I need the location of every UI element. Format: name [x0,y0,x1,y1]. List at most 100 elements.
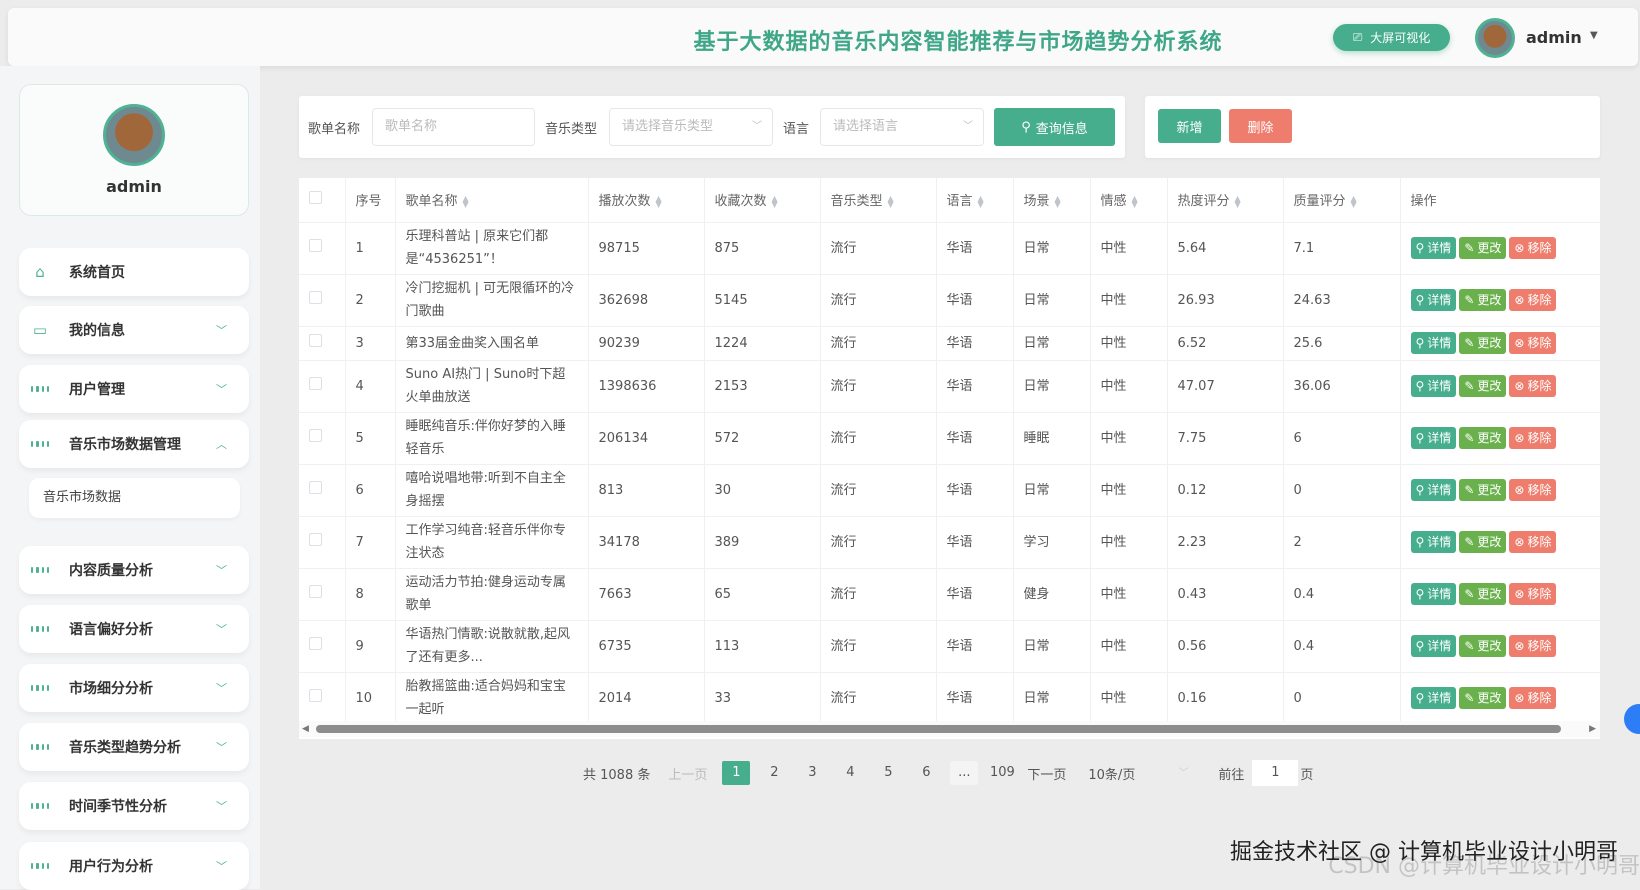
prev-page-button[interactable]: 上一页 [668,764,707,783]
row-checkbox-cell[interactable] [299,672,346,725]
sidebar-item-home[interactable]: ⌂ 系统首页 [19,248,249,296]
add-button[interactable]: 新增 [1158,109,1221,143]
row-checkbox[interactable] [309,333,322,347]
column-header[interactable]: 场景 ▲ ▼ [1013,178,1091,223]
sidebar-item-genre-trend[interactable]: 音乐类型趋势分析 ﹀ [19,723,249,771]
sort-icon[interactable]: ▲ ▼ [772,194,778,208]
column-header[interactable]: 收藏次数 ▲ ▼ [704,178,821,223]
remove-button[interactable]: ⊗ 移除 [1509,332,1557,354]
remove-button[interactable]: ⊗ 移除 [1509,375,1557,397]
horizontal-scrollbar[interactable]: ◀ ▶ [299,721,1600,737]
remove-button[interactable]: ⊗ 移除 [1509,289,1557,311]
detail-button[interactable]: ⚲ 详情 [1410,237,1457,259]
header-username[interactable]: admin [1526,28,1582,47]
detail-button[interactable]: ⚲ 详情 [1410,583,1457,605]
column-header[interactable]: 语言 ▲ ▼ [936,178,1014,223]
page-ellipsis[interactable]: ... [950,761,979,785]
column-header[interactable]: 热度评分 ▲ ▼ [1167,178,1284,223]
row-checkbox-cell[interactable] [299,412,346,465]
page-button[interactable]: 4 [836,761,864,785]
row-checkbox[interactable] [309,376,322,390]
remove-button[interactable]: ⊗ 移除 [1509,583,1557,605]
edit-button[interactable]: ✎ 更改 [1459,531,1507,553]
row-checkbox-cell[interactable] [299,464,346,517]
row-checkbox[interactable] [309,636,322,650]
sidebar-item-my-info[interactable]: ▭ 我的信息 ﹀ [19,306,249,354]
row-checkbox[interactable] [309,480,322,494]
select-all-checkbox[interactable] [309,191,322,205]
detail-button[interactable]: ⚲ 详情 [1410,635,1457,657]
sort-icon[interactable]: ▲ ▼ [1055,194,1061,208]
sort-icon[interactable]: ▲ ▼ [1235,194,1241,208]
row-checkbox-cell[interactable] [299,620,346,673]
edit-button[interactable]: ✎ 更改 [1459,687,1507,709]
detail-button[interactable]: ⚲ 详情 [1410,427,1457,449]
remove-button[interactable]: ⊗ 移除 [1509,635,1557,657]
next-page-button[interactable]: 下一页 [1027,764,1066,783]
column-header[interactable]: 音乐类型 ▲ ▼ [820,178,937,223]
remove-button[interactable]: ⊗ 移除 [1509,237,1557,259]
edit-button[interactable]: ✎ 更改 [1459,375,1507,397]
sort-icon[interactable]: ▲ ▼ [656,194,662,208]
page-last[interactable]: 109 [988,761,1016,785]
row-checkbox[interactable] [309,428,322,442]
delete-button[interactable]: 删除 [1229,109,1292,143]
remove-button[interactable]: ⊗ 移除 [1509,687,1557,709]
page-button[interactable]: 3 [798,761,826,785]
row-checkbox[interactable] [309,584,322,598]
row-checkbox-cell[interactable] [299,568,346,621]
sidebar-item-seasonality[interactable]: 时间季节性分析 ﹀ [19,782,249,830]
row-checkbox-cell[interactable] [299,516,346,569]
sidebar-item-language-preference[interactable]: 语言偏好分析 ﹀ [19,605,249,653]
detail-button[interactable]: ⚲ 详情 [1410,687,1457,709]
sort-icon[interactable]: ▲ ▼ [978,194,984,208]
row-checkbox-cell[interactable] [299,360,346,413]
remove-button[interactable]: ⊗ 移除 [1509,531,1557,553]
row-checkbox[interactable] [309,290,322,304]
scroll-left-icon[interactable]: ◀ [302,724,309,734]
sidebar-item-user-management[interactable]: 用户管理 ﹀ [19,365,249,413]
column-header[interactable]: 播放次数 ▲ ▼ [588,178,705,223]
header-avatar[interactable] [1475,18,1515,58]
edit-button[interactable]: ✎ 更改 [1459,289,1507,311]
sort-icon[interactable]: ▲ ▼ [888,194,894,208]
edit-button[interactable]: ✎ 更改 [1459,583,1507,605]
edit-button[interactable]: ✎ 更改 [1459,479,1507,501]
sidebar-item-music-market-data[interactable]: 音乐市场数据管理 ︿ [19,420,249,468]
remove-button[interactable]: ⊗ 移除 [1509,427,1557,449]
sidebar-item-market-segment[interactable]: 市场细分分析 ﹀ [19,664,249,712]
row-checkbox-cell[interactable] [299,274,346,327]
caret-down-icon[interactable]: ▼ [1590,30,1598,41]
row-checkbox[interactable] [309,532,322,546]
edit-button[interactable]: ✎ 更改 [1459,635,1507,657]
remove-button[interactable]: ⊗ 移除 [1509,479,1557,501]
page-button[interactable]: 6 [912,761,940,785]
row-checkbox[interactable] [309,688,322,702]
detail-button[interactable]: ⚲ 详情 [1410,531,1457,553]
select-all-cell[interactable] [299,178,346,223]
column-header[interactable]: 质量评分 ▲ ▼ [1283,178,1401,223]
column-header[interactable]: 歌单名称 ▲ ▼ [395,178,589,223]
detail-button[interactable]: ⚲ 详情 [1410,479,1457,501]
detail-button[interactable]: ⚲ 详情 [1410,289,1457,311]
page-button[interactable]: 1 [722,761,751,785]
sort-icon[interactable]: ▲ ▼ [1351,194,1357,208]
detail-button[interactable]: ⚲ 详情 [1410,332,1457,354]
page-size-select[interactable]: 10条/页 ﹀ [1088,764,1188,783]
column-header[interactable]: 情感 ▲ ▼ [1090,178,1168,223]
edit-button[interactable]: ✎ 更改 [1459,427,1507,449]
query-button[interactable]: ⚲ 查询信息 [994,108,1115,146]
scroll-right-icon[interactable]: ▶ [1589,724,1596,734]
name-input[interactable]: 歌单名称 [372,108,535,146]
edit-button[interactable]: ✎ 更改 [1459,237,1507,259]
page-button[interactable]: 2 [760,761,788,785]
row-checkbox-cell[interactable] [299,222,346,275]
submenu-music-market-data[interactable]: 音乐市场数据 [29,478,240,518]
detail-button[interactable]: ⚲ 详情 [1410,375,1457,397]
edit-button[interactable]: ✎ 更改 [1459,332,1507,354]
sort-icon[interactable]: ▲ ▼ [1132,194,1138,208]
sidebar-item-content-quality[interactable]: 内容质量分析 ﹀ [19,546,249,594]
language-select[interactable]: 请选择语言 ﹀ [820,108,984,146]
scrollbar-thumb[interactable] [316,725,1561,733]
row-checkbox-cell[interactable] [299,326,346,361]
